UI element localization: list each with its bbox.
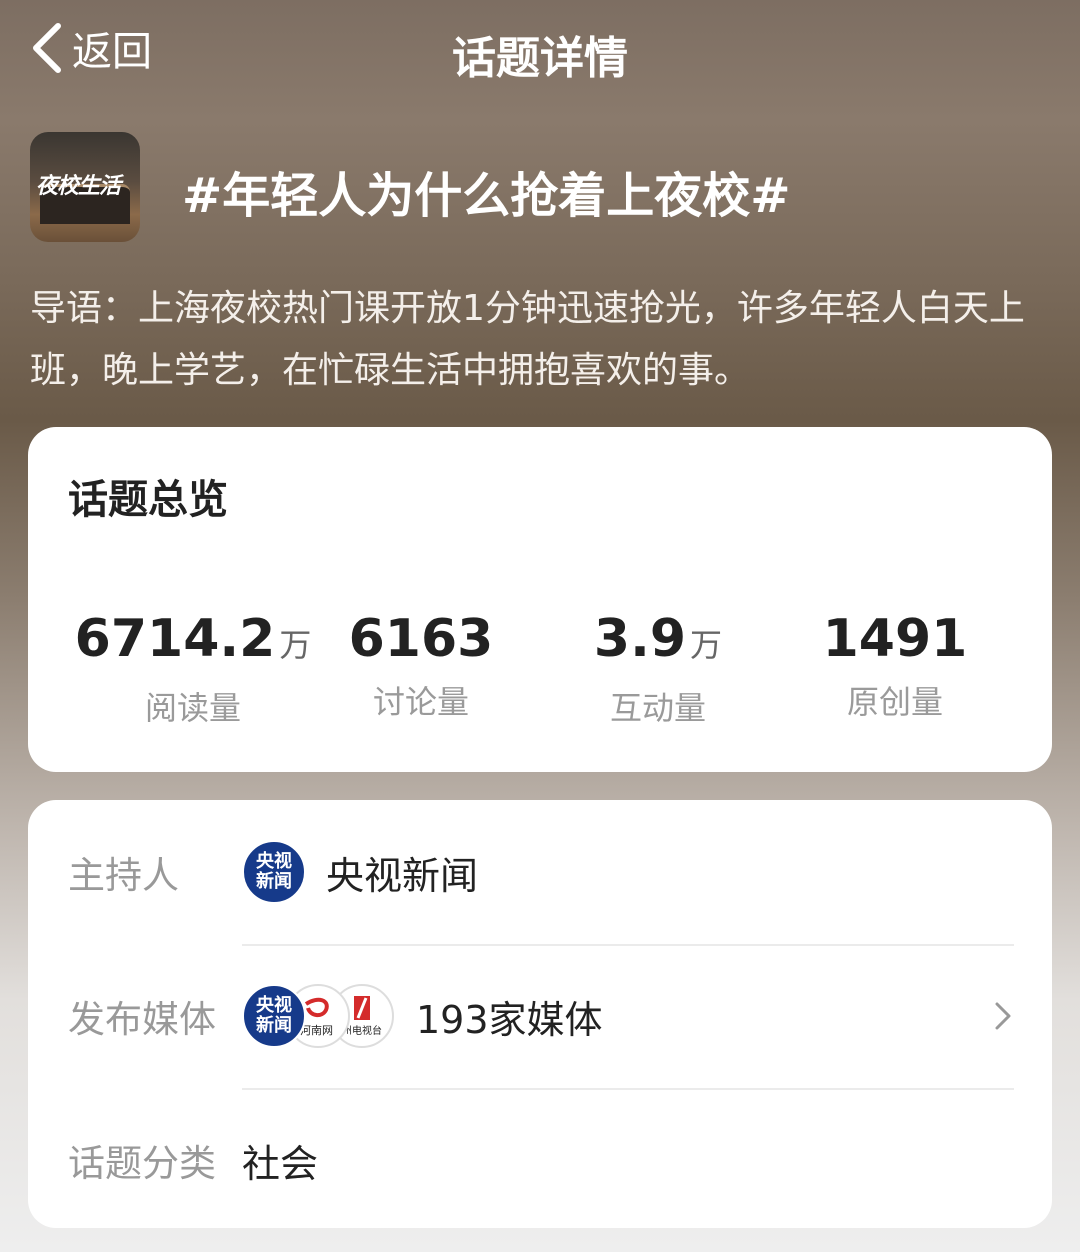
topic-title: #年轻人为什么抢着上夜校#	[182, 168, 791, 224]
svg-text:河南网: 河南网	[300, 1024, 333, 1037]
stat-interactions-unit: 万	[690, 626, 723, 664]
media-row[interactable]: 发布媒体 央视新闻 河南网 州电视台 193家媒体	[68, 944, 1014, 1088]
media-count: 193家媒体	[416, 997, 603, 1042]
stat-discussions: 6163 讨论量	[296, 607, 546, 723]
stat-discussions-value: 6163	[348, 609, 494, 669]
stat-interactions: 3.9 万 互动量	[533, 607, 783, 729]
category-value[interactable]: 社会	[242, 1133, 318, 1188]
chevron-right-icon[interactable]	[992, 996, 1014, 1036]
stat-originals-label: 原创量	[846, 683, 943, 721]
overview-title: 话题总览	[68, 477, 228, 523]
host-label: 主持人	[68, 854, 179, 897]
stat-interactions-value: 3.9	[593, 609, 687, 669]
media-label: 发布媒体	[68, 998, 216, 1041]
topic-intro: 导语：上海夜校热门课开放1分钟迅速抢光，许多年轻人白天上班，晚上学艺，在忙碌生活…	[30, 288, 1025, 391]
category-label: 话题分类	[68, 1142, 216, 1185]
stat-originals: 1491 原创量	[770, 607, 1020, 723]
thumbnail-text: 夜校生活	[36, 173, 121, 199]
stat-interactions-label: 互动量	[609, 689, 706, 727]
category-row: 话题分类 社会	[68, 1088, 1014, 1232]
topic-thumbnail[interactable]: 夜校生活	[30, 132, 140, 242]
top-bar: 返回 话题详情	[0, 0, 1080, 100]
host-avatar-text: 央视新闻	[256, 851, 292, 892]
overview-card: 话题总览 6714.2 万 阅读量 6163 讨论量 3.9 万 互动量 1491 …	[28, 427, 1052, 772]
stat-originals-value: 1491	[822, 609, 968, 669]
details-card: 主持人 央视新闻 央视新闻 发布媒体 央视新闻 河南网 州电视台 193家媒体 …	[28, 800, 1052, 1228]
page-title: 话题详情	[452, 33, 628, 84]
host-avatar[interactable]: 央视新闻	[242, 840, 306, 904]
stat-reads-value: 6714.2	[74, 609, 276, 669]
media-avatars: 央视新闻 河南网 州电视台	[242, 984, 394, 1048]
stat-discussions-label: 讨论量	[372, 683, 469, 721]
media-avatar-cctv: 央视新闻	[242, 984, 306, 1048]
stat-reads: 6714.2 万 阅读量	[68, 607, 318, 729]
host-name[interactable]: 央视新闻	[326, 845, 478, 900]
host-row[interactable]: 主持人 央视新闻 央视新闻	[68, 800, 1014, 944]
stat-reads-label: 阅读量	[144, 689, 241, 727]
